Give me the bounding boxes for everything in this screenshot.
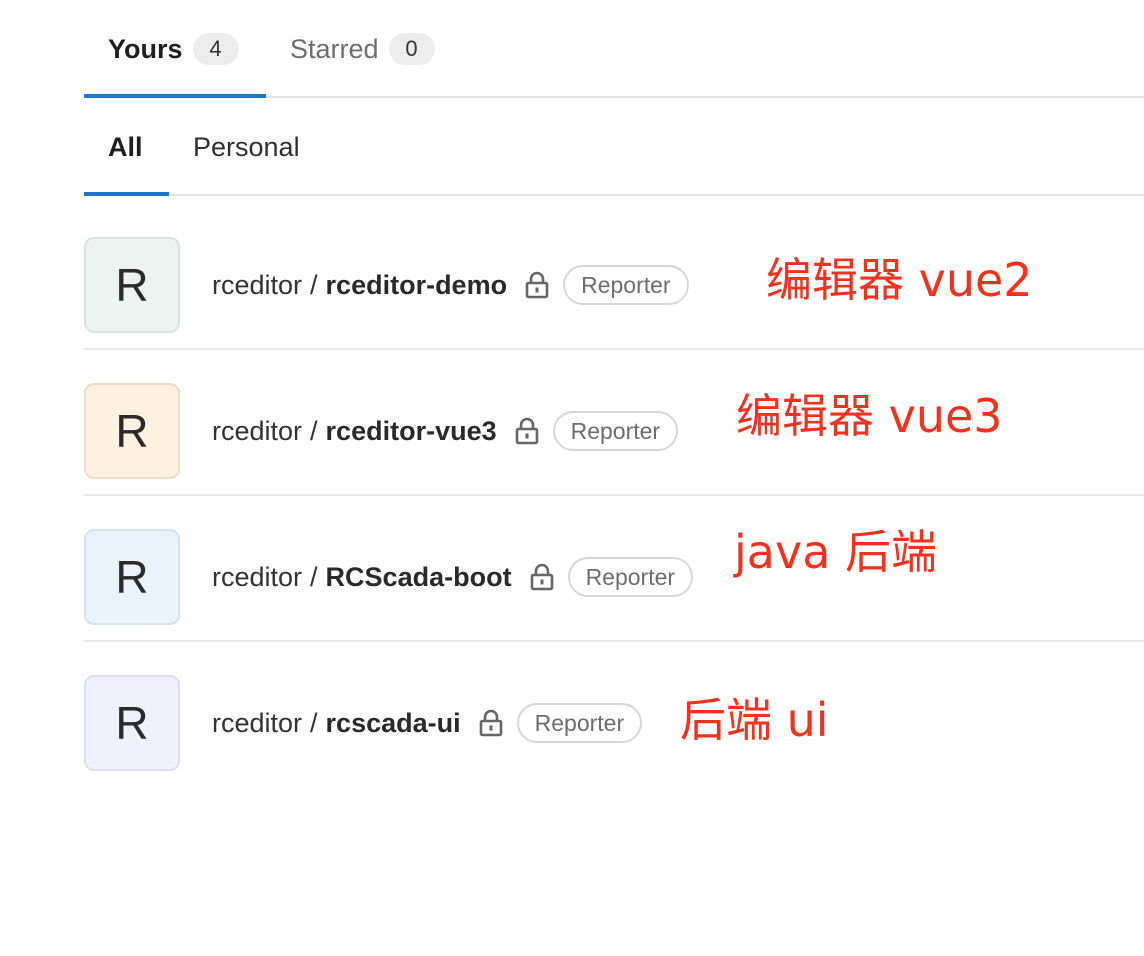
project-name-link[interactable]: rcscada-ui: [326, 708, 461, 739]
role-badge: Reporter: [567, 557, 694, 597]
path-separator: /: [310, 707, 318, 738]
tab-yours-label: Yours: [108, 33, 183, 64]
project-namespace-link[interactable]: rceditor: [212, 708, 302, 739]
lock-icon: [525, 271, 549, 299]
tab-starred-label: Starred: [290, 33, 379, 64]
project-avatar[interactable]: R: [84, 675, 180, 771]
project-row[interactable]: R rceditor / rceditor-vue3 Reporter 编辑器 …: [84, 350, 1144, 496]
annotation-note: 编辑器 vue2: [766, 253, 1033, 307]
project-namespace-link[interactable]: rceditor: [212, 270, 302, 301]
tab-personal-label: Personal: [193, 131, 300, 162]
role-badge: Reporter: [516, 703, 643, 743]
path-separator: /: [310, 561, 318, 592]
project-namespace-link[interactable]: rceditor: [212, 416, 302, 447]
tab-all[interactable]: All: [108, 128, 143, 166]
project-namespace-link[interactable]: rceditor: [212, 562, 302, 593]
active-subtab-indicator: [84, 192, 169, 196]
project-name-link[interactable]: rceditor-vue3: [326, 416, 497, 447]
project-avatar[interactable]: R: [84, 529, 180, 625]
project-scope-tabs: Yours 4 Starred 0: [84, 0, 1144, 98]
project-row[interactable]: R rceditor / RCScada-boot Reporter java …: [84, 496, 1144, 642]
project-path: rceditor / rceditor-demo Reporter: [212, 265, 689, 305]
project-avatar[interactable]: R: [84, 237, 180, 333]
avatar-letter: R: [115, 405, 149, 457]
annotation-note: 后端 ui: [680, 693, 829, 747]
tab-starred[interactable]: Starred 0: [290, 30, 435, 68]
annotation-note: java 后端: [734, 525, 938, 579]
path-separator: /: [310, 269, 318, 300]
avatar-letter: R: [115, 259, 149, 311]
project-row[interactable]: R rceditor / rceditor-demo Reporter 编辑器 …: [84, 204, 1144, 350]
project-avatar[interactable]: R: [84, 383, 180, 479]
lock-icon: [515, 417, 539, 445]
tab-all-label: All: [108, 131, 143, 162]
project-row[interactable]: R rceditor / rcscada-ui Reporter 后端 ui: [84, 642, 1144, 788]
tab-yours[interactable]: Yours 4: [108, 30, 239, 68]
tab-yours-count-badge: 4: [192, 33, 239, 65]
annotation-note: 编辑器 vue3: [736, 389, 1003, 443]
lock-icon: [530, 563, 554, 591]
project-name-link[interactable]: rceditor-demo: [326, 270, 508, 301]
lock-icon: [479, 709, 503, 737]
avatar-letter: R: [115, 697, 149, 749]
tab-personal[interactable]: Personal: [193, 128, 300, 166]
role-badge: Reporter: [552, 411, 679, 451]
project-name-link[interactable]: RCScada-boot: [326, 562, 512, 593]
role-badge: Reporter: [563, 265, 689, 305]
avatar-letter: R: [115, 551, 149, 603]
project-path: rceditor / rceditor-vue3 Reporter: [212, 411, 679, 451]
project-path: rceditor / rcscada-ui Reporter: [212, 703, 643, 743]
project-filter-tabs: All Personal: [84, 98, 1144, 196]
project-path: rceditor / RCScada-boot Reporter: [212, 557, 694, 597]
tab-starred-count-badge: 0: [388, 33, 435, 65]
path-separator: /: [310, 415, 318, 446]
